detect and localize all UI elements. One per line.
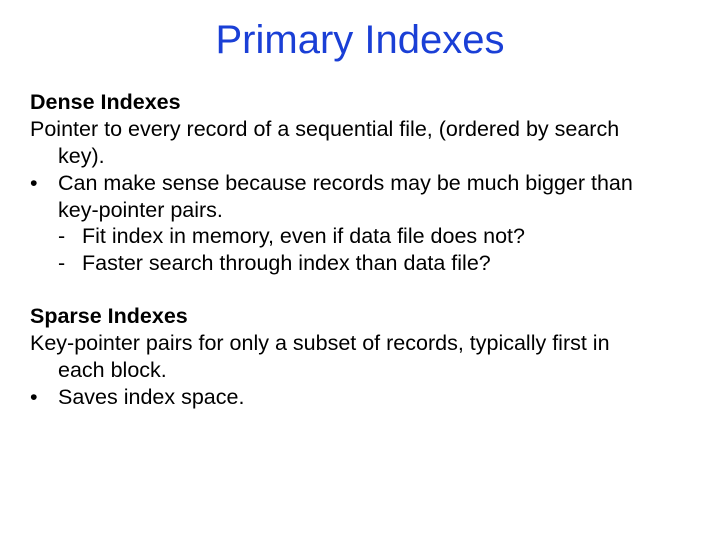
slide-body: Dense Indexes Pointer to every record of… [30,89,690,411]
sparse-intro-line1: Key-pointer pairs for only a subset of r… [30,330,690,357]
sparse-intro-line2: each block. [30,357,690,384]
dense-bullet-line2: key-pointer pairs. [30,197,690,224]
dense-dash1-text: Fit index in memory, even if data file d… [82,223,690,250]
section-gap [30,277,690,303]
sparse-bullet: • Saves index space. [30,384,690,411]
dense-intro-line2: key). [30,143,690,170]
sparse-bullet-text: Saves index space. [58,384,690,411]
bullet-icon: • [30,384,58,411]
dash-icon: - [58,223,82,250]
dense-dash1: - Fit index in memory, even if data file… [30,223,690,250]
dense-bullet: • Can make sense because records may be … [30,170,690,197]
dash-icon: - [58,250,82,277]
dense-dash2-text: Faster search through index than data fi… [82,250,690,277]
slide-title: Primary Indexes [30,18,690,63]
slide: Primary Indexes Dense Indexes Pointer to… [0,0,720,540]
sparse-heading: Sparse Indexes [30,303,690,330]
dense-heading: Dense Indexes [30,89,690,116]
dense-bullet-line1: Can make sense because records may be mu… [58,170,690,197]
dense-intro-line1: Pointer to every record of a sequential … [30,116,690,143]
bullet-icon: • [30,170,58,197]
dense-dash2: - Faster search through index than data … [30,250,690,277]
